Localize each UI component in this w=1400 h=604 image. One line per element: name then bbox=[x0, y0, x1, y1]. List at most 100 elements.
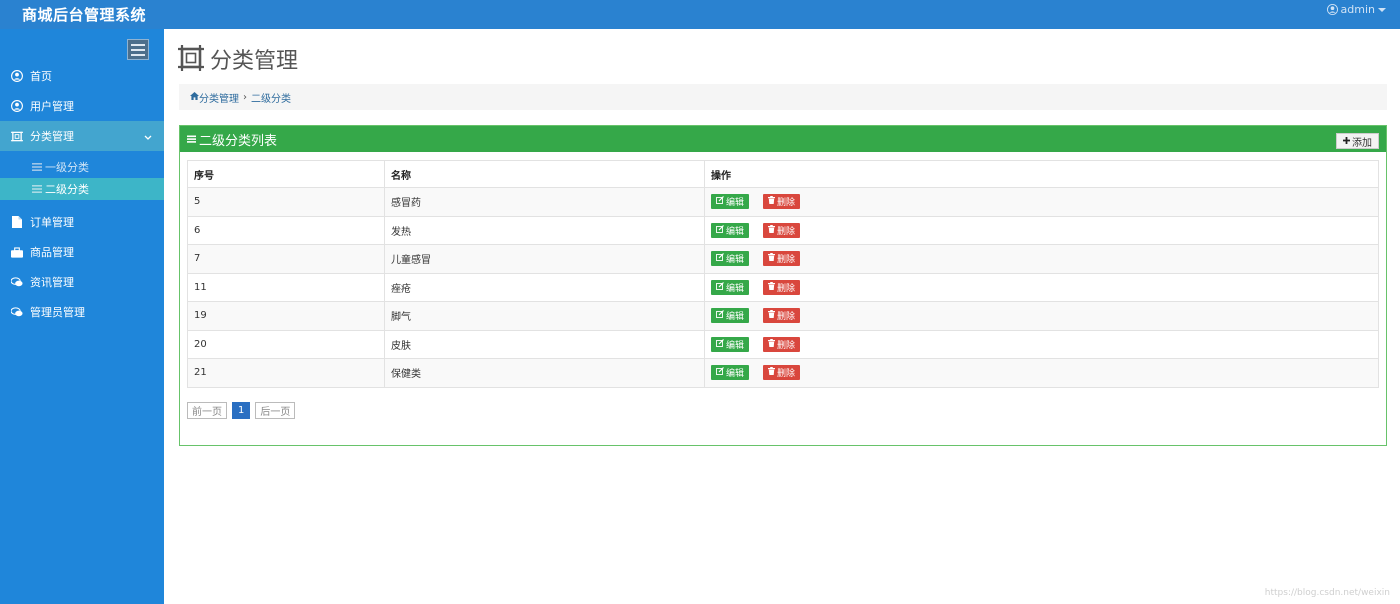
sidebar-item-admins[interactable]: 管理员管理 bbox=[0, 297, 164, 327]
trash-icon bbox=[768, 196, 776, 207]
comments-icon bbox=[11, 306, 23, 318]
delete-button-label: 删除 bbox=[777, 283, 796, 294]
add-button[interactable]: 添加 bbox=[1336, 133, 1379, 149]
sidebar-item-news[interactable]: 资讯管理 bbox=[0, 267, 164, 297]
top-header: 商城后台管理系统 admin bbox=[0, 0, 1400, 29]
page-number-button[interactable]: 1 bbox=[232, 402, 251, 419]
table-row: 11 痤疮 编辑 删除 bbox=[187, 272, 1379, 302]
trash-icon bbox=[768, 224, 776, 236]
column-header-actions: 操作 bbox=[704, 160, 1379, 188]
edit-button[interactable]: 编辑 bbox=[711, 251, 750, 267]
table-row: 21 保健类 编辑 删除 bbox=[187, 358, 1379, 388]
sidebar-item-category[interactable]: 分类管理 bbox=[0, 121, 164, 151]
delete-button[interactable]: 删除 bbox=[763, 222, 801, 238]
edit-button-label: 编辑 bbox=[726, 312, 745, 323]
delete-button[interactable]: 删除 bbox=[763, 365, 801, 381]
crop-icon bbox=[11, 130, 23, 142]
page-header: 分类管理 bbox=[178, 44, 298, 74]
edit-button-label: 编辑 bbox=[726, 369, 745, 380]
edit-button[interactable]: 编辑 bbox=[711, 336, 750, 352]
sidebar-item-users[interactable]: 用户管理 bbox=[0, 91, 164, 121]
app-title: 商城后台管理系统 bbox=[22, 6, 147, 24]
category-panel: 二级分类列表 添加 序号 名称 操作 5 感冒药 编辑 删除 6 发热 编辑 删除 7 儿童感冒编… bbox=[179, 125, 1387, 446]
cell-actions: 编辑 删除 bbox=[704, 187, 1379, 217]
cell-actions: 编辑 删除 bbox=[704, 244, 1379, 274]
page-title: 分类管理 bbox=[210, 49, 299, 74]
sidebar-subitem-label: 一级分类 bbox=[45, 161, 89, 174]
list-icon bbox=[187, 135, 196, 143]
cell-actions: 编辑 删除 bbox=[704, 272, 1379, 302]
user-menu[interactable]: admin bbox=[1326, 3, 1386, 16]
edit-button[interactable]: 编辑 bbox=[711, 194, 750, 210]
table-header-row: 序号 名称 操作 bbox=[187, 160, 1379, 188]
edit-button[interactable]: 编辑 bbox=[711, 222, 750, 238]
list-icon bbox=[32, 185, 42, 193]
sidebar-item-label: 分类管理 bbox=[30, 130, 74, 143]
edit-button-label: 编辑 bbox=[726, 226, 745, 237]
edit-button[interactable]: 编辑 bbox=[711, 308, 750, 324]
delete-button[interactable]: 删除 bbox=[763, 194, 801, 210]
delete-button-label: 删除 bbox=[777, 369, 796, 380]
pagination: 前一页 1 后一页 bbox=[187, 402, 296, 419]
user-name: admin bbox=[1340, 3, 1375, 16]
sidebar-item-label: 商品管理 bbox=[30, 246, 74, 259]
prev-page-button[interactable]: 前一页 bbox=[187, 402, 227, 419]
trash-icon bbox=[768, 367, 776, 378]
cell-name: 脚气 bbox=[384, 301, 705, 331]
edit-button[interactable]: 编辑 bbox=[711, 279, 750, 295]
delete-button-label: 删除 bbox=[777, 340, 796, 351]
add-button-label: 添加 bbox=[1352, 137, 1372, 149]
table-row: 6 发热 编辑 删除 bbox=[187, 215, 1379, 245]
sidebar-item-orders[interactable]: 订单管理 bbox=[0, 207, 164, 237]
sidebar: 首页 用户管理 分类管理 一级分类 二级分类 订单管理 商品管理 资讯管理 管理… bbox=[0, 29, 164, 604]
edit-icon bbox=[716, 310, 724, 321]
column-header-id: 序号 bbox=[187, 160, 385, 188]
cell-id: 20 bbox=[187, 329, 385, 359]
trash-icon bbox=[768, 310, 776, 321]
table-row: 19 脚气 编辑 删除 bbox=[187, 301, 1379, 331]
edit-button-label: 编辑 bbox=[726, 283, 745, 294]
edit-icon bbox=[716, 367, 724, 378]
edit-icon bbox=[716, 281, 724, 293]
breadcrumb-separator: › bbox=[243, 91, 247, 103]
cell-name: 痤疮 bbox=[384, 272, 705, 302]
delete-button-label: 删除 bbox=[777, 198, 796, 209]
trash-icon bbox=[768, 338, 776, 350]
cell-id: 6 bbox=[187, 215, 385, 245]
sidebar-subitem-level1[interactable]: 一级分类 bbox=[0, 156, 164, 178]
delete-button-label: 删除 bbox=[777, 312, 796, 323]
delete-button[interactable]: 删除 bbox=[763, 251, 801, 267]
edit-button[interactable]: 编辑 bbox=[711, 365, 750, 381]
delete-button[interactable]: 删除 bbox=[763, 336, 801, 352]
user-circle-icon bbox=[1326, 4, 1338, 15]
list-icon bbox=[32, 163, 42, 171]
sidebar-item-home[interactable]: 首页 bbox=[0, 61, 164, 91]
sidebar-item-products[interactable]: 商品管理 bbox=[0, 237, 164, 267]
sidebar-subitem-label: 二级分类 bbox=[45, 183, 89, 196]
caret-down-icon bbox=[1378, 7, 1386, 13]
table-row: 20 皮肤 编辑 删除 bbox=[187, 329, 1379, 359]
sidebar-subitem-level2[interactable]: 二级分类 bbox=[0, 178, 164, 200]
user-circle-icon bbox=[11, 100, 23, 112]
delete-button-label: 删除 bbox=[777, 255, 796, 266]
panel-header: 二级分类列表 添加 bbox=[180, 126, 1386, 152]
breadcrumb-current[interactable]: 二级分类 bbox=[251, 90, 291, 105]
delete-button[interactable]: 删除 bbox=[763, 279, 801, 295]
sidebar-item-label: 订单管理 bbox=[30, 216, 74, 229]
cell-name: 皮肤 bbox=[384, 329, 705, 359]
cell-name: 发热 bbox=[384, 215, 705, 245]
cell-id: 5 bbox=[187, 187, 385, 217]
file-icon bbox=[11, 216, 23, 228]
delete-button[interactable]: 删除 bbox=[763, 308, 801, 324]
sidebar-item-label: 资讯管理 bbox=[30, 276, 74, 289]
chevron-down-icon bbox=[144, 131, 152, 144]
sidebar-item-label: 用户管理 bbox=[30, 100, 74, 113]
cell-id: 7 bbox=[187, 244, 385, 274]
sidebar-item-label: 管理员管理 bbox=[30, 306, 85, 319]
table-row: 5 感冒药 编辑 删除 bbox=[187, 187, 1379, 217]
breadcrumb-link-category[interactable]: 分类管理 bbox=[199, 90, 239, 105]
sidebar-toggle-button[interactable] bbox=[127, 39, 149, 60]
next-page-button[interactable]: 后一页 bbox=[255, 402, 296, 419]
delete-button-label: 删除 bbox=[777, 226, 796, 237]
column-header-name: 名称 bbox=[384, 160, 705, 188]
